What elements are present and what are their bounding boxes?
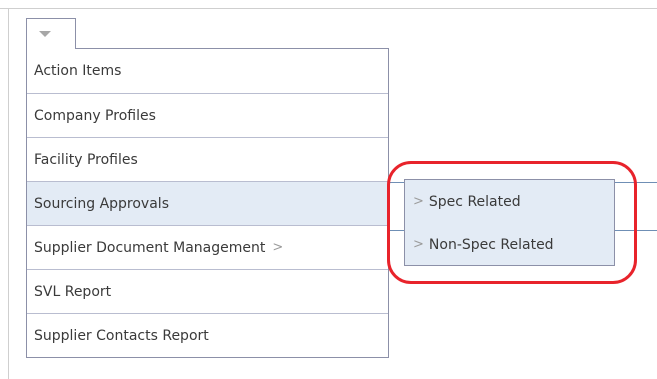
menu-item-label: Sourcing Approvals: [34, 195, 169, 212]
menu-item-action-items[interactable]: Action Items: [27, 49, 388, 93]
menu-item-facility-profiles[interactable]: Facility Profiles: [27, 137, 388, 181]
menu-item-supplier-document-management[interactable]: Supplier Document Management >: [27, 225, 388, 269]
menu-item-svl-report[interactable]: SVL Report: [27, 269, 388, 313]
menu-item-label: Facility Profiles: [34, 151, 138, 168]
menu-item-label: Supplier Contacts Report: [34, 327, 209, 344]
menu-item-label: Supplier Document Management: [34, 239, 266, 256]
menu-item-label: Company Profiles: [34, 107, 156, 124]
menu-item-label: SVL Report: [34, 283, 112, 300]
dropdown-arrow-icon: [39, 31, 51, 37]
chevron-right-icon: >: [272, 240, 284, 255]
menu-item-company-profiles[interactable]: Company Profiles: [27, 93, 388, 137]
menu-item-label: Action Items: [34, 63, 122, 79]
page-frame-left: [8, 8, 9, 379]
dropdown-menu: Action Items Company Profiles Facility P…: [26, 48, 389, 358]
menu-item-supplier-contacts-report[interactable]: Supplier Contacts Report: [27, 313, 388, 357]
menu-trigger-button[interactable]: [26, 18, 76, 49]
highlight-annotation-ring: [387, 161, 637, 284]
page-frame-top: [0, 8, 657, 9]
menu-item-sourcing-approvals[interactable]: Sourcing Approvals: [27, 181, 388, 225]
